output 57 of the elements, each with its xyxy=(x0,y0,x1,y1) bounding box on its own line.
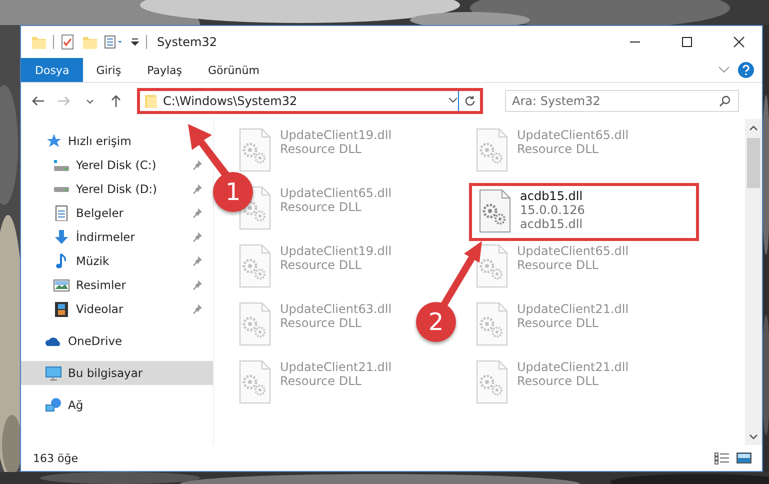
chevron-down-icon[interactable] xyxy=(749,434,758,440)
nav-item[interactable]: Resimler xyxy=(21,273,213,297)
item-count: 163 öğe xyxy=(33,452,79,464)
file-detail: Resource DLL xyxy=(517,374,600,388)
ribbon-tab[interactable]: Paylaş xyxy=(134,58,195,82)
down-arrow-icon xyxy=(53,229,70,245)
tiles-view-icon[interactable] xyxy=(736,451,752,465)
file-menu-tab[interactable]: Dosya xyxy=(21,58,84,82)
file-detail: Resource DLL xyxy=(517,258,600,272)
nav-item[interactable]: OneDrive xyxy=(21,329,213,353)
address-field[interactable]: C:\Windows\System32 xyxy=(140,91,458,111)
document-icon xyxy=(53,205,70,221)
nav-item[interactable]: Belgeler xyxy=(21,201,213,225)
star-icon xyxy=(45,133,62,149)
maximize-icon[interactable] xyxy=(681,36,693,48)
nav-item[interactable]: Yerel Disk (C:) xyxy=(21,153,213,177)
chevron-up-icon[interactable] xyxy=(749,124,758,130)
dll-file-icon[interactable] xyxy=(475,244,509,288)
ribbon-tab[interactable]: Görünüm xyxy=(195,58,272,82)
help-icon[interactable] xyxy=(738,62,754,78)
nav-item[interactable]: Ağ xyxy=(21,393,213,417)
network-icon xyxy=(45,397,62,413)
file-detail: Resource DLL xyxy=(280,258,362,272)
file-detail: Resource DLL xyxy=(280,316,362,330)
file-detail: Resource DLL xyxy=(280,200,362,214)
dll-file-icon[interactable] xyxy=(478,189,512,233)
file-detail: Resource DLL xyxy=(517,316,600,330)
file-name[interactable]: acdb15.dll xyxy=(520,189,585,203)
drive-icon xyxy=(54,186,69,192)
details-view-icon[interactable] xyxy=(714,451,730,465)
drive-icon xyxy=(53,157,70,173)
properties-icon[interactable] xyxy=(104,34,124,50)
scrollbar-thumb[interactable] xyxy=(747,138,760,188)
nav-item[interactable]: İndirmeler xyxy=(21,225,213,249)
chevron-down-icon[interactable] xyxy=(448,97,458,105)
search-field[interactable]: Ara: System32 xyxy=(505,90,739,112)
ribbon-tab[interactable]: Giriş xyxy=(83,58,134,82)
nav-item[interactable]: Yerel Disk (D:) xyxy=(21,177,213,201)
file-detail: 15.0.0.126 xyxy=(520,203,585,217)
close-icon[interactable] xyxy=(733,36,745,48)
refresh-icon[interactable] xyxy=(464,95,476,107)
film-icon xyxy=(53,301,70,317)
file-detail: Resource DLL xyxy=(280,142,362,156)
picture-icon xyxy=(53,277,70,293)
window-title: System32 xyxy=(157,35,218,49)
search-icon[interactable] xyxy=(719,95,731,107)
file-detail: acdb15.dll xyxy=(520,217,584,231)
checklist-icon[interactable] xyxy=(60,34,76,50)
nav-item[interactable]: Hızlı erişim xyxy=(21,129,213,153)
address-path: C:\Windows\System32 xyxy=(163,94,298,108)
monitor-icon xyxy=(45,365,62,381)
nav-item[interactable]: Müzik xyxy=(21,249,213,273)
file-detail: Resource DLL xyxy=(280,374,362,388)
nav-item[interactable]: Bu bilgisayar xyxy=(21,361,213,385)
file-detail: Resource DLL xyxy=(517,142,600,156)
nav-item[interactable]: Videolar xyxy=(21,297,213,321)
folder-icon xyxy=(144,93,158,109)
